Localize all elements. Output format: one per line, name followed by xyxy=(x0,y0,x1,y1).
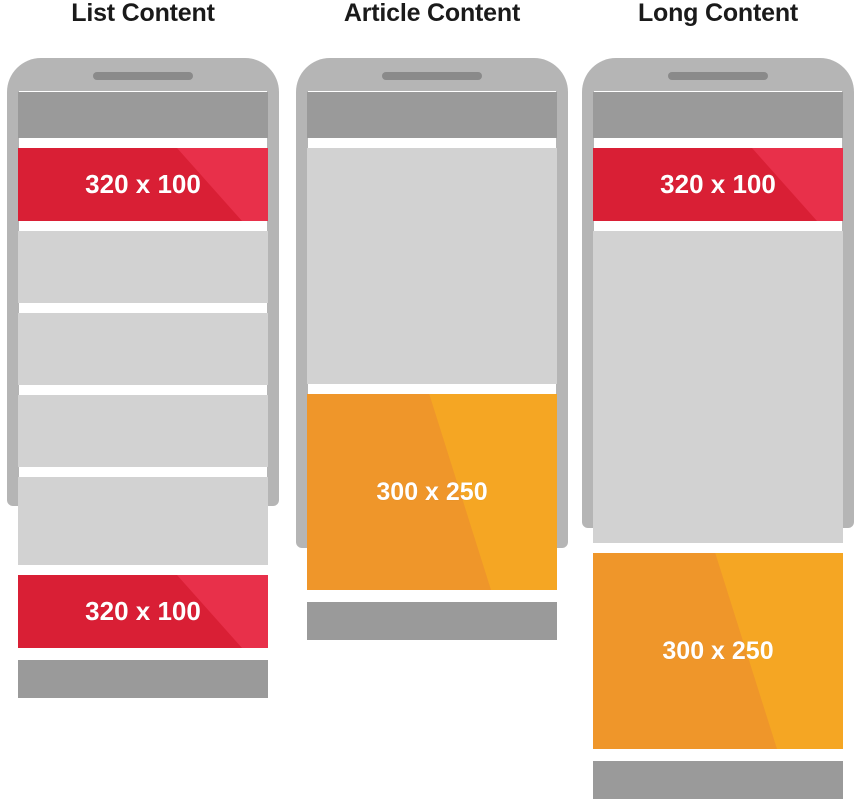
ad-placement-diagram: List Content 320 x 100 320 x 100 Article… xyxy=(0,0,856,806)
footer-bar xyxy=(18,660,268,698)
list-row[interactable] xyxy=(18,395,268,467)
header-bar xyxy=(18,92,268,138)
ad-rectangle[interactable]: 300 x 250 xyxy=(593,553,843,749)
ad-banner-top[interactable]: 320 x 100 xyxy=(18,148,268,221)
phone-speaker-icon xyxy=(382,72,482,80)
list-row[interactable] xyxy=(18,231,268,303)
ad-banner-top[interactable]: 320 x 100 xyxy=(593,148,843,221)
phone-speaker-icon xyxy=(93,72,193,80)
ad-size-label: 300 x 250 xyxy=(662,636,774,665)
footer-bar xyxy=(307,602,557,640)
screen-content-article: 300 x 250 xyxy=(307,92,557,640)
long-body[interactable] xyxy=(593,231,843,543)
column-title-list-content: List Content xyxy=(71,0,215,27)
column-title-article-content: Article Content xyxy=(343,0,521,27)
ad-size-label: 300 x 250 xyxy=(376,477,488,506)
column-long-content: Long Content xyxy=(575,0,856,28)
ad-size-label: 320 x 100 xyxy=(85,169,201,199)
screen-content-long: 320 x 100 300 x 250 xyxy=(593,92,843,799)
phone-speaker-icon xyxy=(668,72,768,80)
list-row[interactable] xyxy=(18,313,268,385)
footer-bar xyxy=(593,761,843,799)
header-bar xyxy=(593,92,843,138)
column-list-content: List Content xyxy=(0,0,286,28)
ad-size-label: 320 x 100 xyxy=(85,596,201,626)
list-row[interactable] xyxy=(18,477,268,565)
screen-content-list: 320 x 100 320 x 100 xyxy=(18,92,268,698)
article-body[interactable] xyxy=(307,148,557,384)
ad-banner-bottom[interactable]: 320 x 100 xyxy=(18,575,268,648)
ad-rectangle[interactable]: 300 x 250 xyxy=(307,394,557,590)
column-article-content: Article Content xyxy=(289,0,575,28)
column-title-long-content: Long Content xyxy=(637,0,799,27)
ad-size-label: 320 x 100 xyxy=(660,169,776,199)
header-bar xyxy=(307,92,557,138)
